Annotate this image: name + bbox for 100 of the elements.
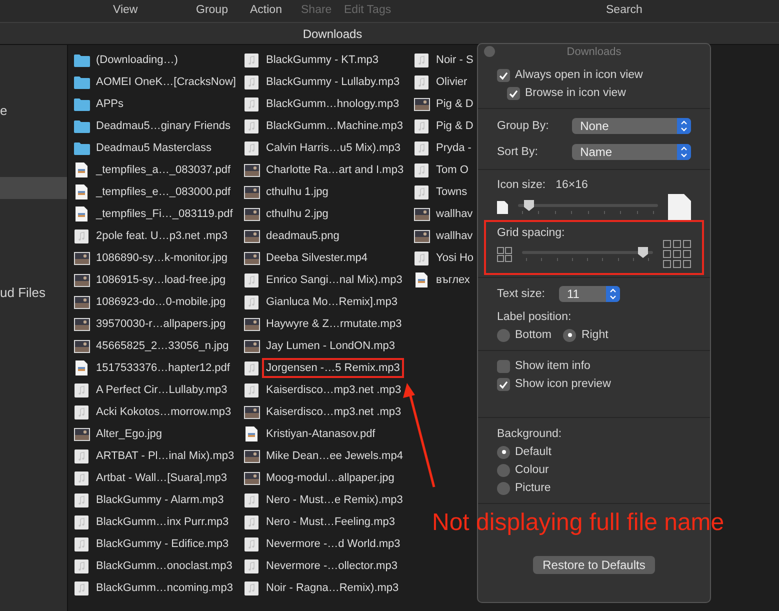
file-name[interactable]: BlackGummy - Alarm.mp3 (92, 490, 228, 510)
file-name[interactable]: AOMEI OneK…[CracksNow] (92, 72, 240, 92)
toolbar-menu[interactable]: View (113, 4, 138, 16)
music-file-icon (74, 580, 89, 596)
file-name[interactable]: Jorgensen -…5 Remix.mp3 (262, 358, 404, 378)
file-name[interactable]: Deeba Silvester.mp4 (262, 248, 372, 268)
file-name[interactable]: BlackGumm…hnology.mp3 (262, 94, 404, 114)
file-name[interactable]: Nevermore -…ollector.mp3 (262, 556, 402, 576)
radio-button[interactable] (497, 464, 510, 476)
file-name[interactable]: Acki Kokotos…morrow.mp3 (92, 402, 236, 422)
file-name[interactable]: wallhav (432, 204, 477, 224)
file-name[interactable]: Pryda - (432, 138, 476, 158)
field-label: Group By: (497, 120, 550, 132)
file-name[interactable]: въглех (432, 270, 474, 290)
radio-button[interactable] (497, 446, 510, 458)
file-name[interactable]: Tom O (432, 160, 472, 180)
restore-defaults-button[interactable]: Restore to Defaults (532, 556, 656, 574)
toolbar-menu[interactable]: Group (196, 4, 228, 16)
file-name[interactable]: (Downloading…) (92, 50, 182, 70)
file-name[interactable]: BlackGumm…Machine.mp3 (262, 116, 407, 136)
music-file-icon (414, 250, 429, 266)
field-label: Sort By: (497, 146, 539, 158)
file-name[interactable]: Haywyre & Z…rmutate.mp3 (262, 314, 406, 334)
sidebar-item[interactable]: ud Files (0, 281, 67, 303)
file-name[interactable]: Nero - Must…e Remix).mp3 (262, 490, 407, 510)
file-name[interactable]: Towns (432, 182, 472, 202)
file-name[interactable]: Yosi Ho (432, 248, 478, 268)
file-name[interactable]: Alter_Ego.jpg (92, 424, 166, 444)
image-thumbnail-icon (244, 450, 260, 462)
file-name[interactable]: Pig & D (432, 116, 478, 136)
file-name[interactable]: BlackGummy - Lullaby.mp3 (262, 72, 404, 92)
file-name[interactable]: Mike Dean…ee Jewels.mp4 (262, 446, 407, 466)
grid-spacing-slider[interactable] (522, 246, 653, 262)
file-name[interactable]: Olivier (432, 72, 472, 92)
file-name[interactable]: ARTBAT - Pl…inal Mix).mp3 (92, 446, 238, 466)
folder-icon (74, 54, 90, 66)
file-name[interactable]: Kristiyan-Atanasov.pdf (262, 424, 380, 444)
file-name[interactable]: Pig & D (432, 94, 478, 114)
icon-size-slider[interactable] (518, 199, 658, 215)
file-name[interactable]: BlackGumm…onoclast.mp3 (92, 556, 236, 576)
slider-thumb[interactable] (637, 246, 650, 259)
search-label[interactable]: Search (606, 4, 642, 16)
file-name[interactable]: BlackGummy - KT.mp3 (262, 50, 382, 70)
file-name[interactable]: Kaiserdisco…mp3.net .mp3 (262, 380, 406, 400)
file-name[interactable]: Gianluca Mo…Remix].mp3 (262, 292, 402, 312)
toolbar-menu[interactable]: Action (250, 4, 282, 16)
image-thumbnail-icon (244, 186, 260, 198)
file-name[interactable]: Kaiserdisco…mp3.net .mp3 (262, 402, 406, 422)
file-name[interactable]: Nevermore -…d World.mp3 (262, 534, 404, 554)
slider-thumb[interactable] (523, 199, 536, 212)
music-file-icon (244, 74, 259, 90)
checkbox[interactable] (497, 68, 510, 82)
radio-button[interactable] (497, 328, 510, 342)
file-name[interactable]: Artbat - Wall…[Suara].mp3 (92, 468, 232, 488)
file-name[interactable]: wallhav (432, 226, 477, 246)
file-name[interactable]: Deadmau5 Masterclass (92, 138, 216, 158)
file-name[interactable]: BlackGumm…ncoming.mp3 (92, 578, 237, 598)
file-name[interactable]: _tempfiles_e…_083000.pdf (92, 182, 235, 202)
file-name[interactable]: deadmau5.png (262, 226, 344, 246)
file-name[interactable]: 1086890-sy…k-monitor.jpg (92, 248, 232, 268)
dropdown[interactable]: None (572, 118, 691, 134)
file-name[interactable]: Calvin Harris…u5 Mix).mp3 (262, 138, 404, 158)
file-name[interactable]: Charlotte Ra…art and I.mp3 (262, 160, 408, 180)
file-name[interactable]: Deadmau5…ginary Friends (92, 116, 235, 136)
file-name[interactable]: BlackGummy - Edifice.mp3 (92, 534, 233, 554)
sidebar-item[interactable]: e (0, 99, 67, 121)
file-name[interactable]: 39570030-r…allpapers.jpg (92, 314, 230, 334)
file-name[interactable]: cthulhu 2.jpg (262, 204, 332, 224)
file-name[interactable]: A Perfect Cir…Lullaby.mp3 (92, 380, 232, 400)
music-file-icon (74, 228, 89, 244)
file-name[interactable]: 2pole feat. U…p3.net .mp3 (92, 226, 232, 246)
file-name[interactable]: Noir - Ragna…Remix).mp3 (262, 578, 403, 598)
radio-button[interactable] (563, 328, 576, 342)
file-name[interactable]: _tempfiles_Fi…_083119.pdf (92, 204, 237, 224)
file-name[interactable]: Noir - S (432, 50, 478, 70)
dropdown[interactable]: Name (572, 144, 691, 160)
folder-icon (74, 98, 90, 110)
panel-title: Downloads (566, 46, 622, 58)
radio-button[interactable] (497, 482, 510, 494)
file-name[interactable]: Moog-modul…allpaper.jpg (262, 468, 398, 488)
dropdown[interactable]: 11 (558, 286, 620, 302)
file-name[interactable]: 1086915-sy…load-free.jpg (92, 270, 230, 290)
file-name[interactable]: BlackGumm…inx Purr.mp3 (92, 512, 233, 532)
radio-label: Default (515, 446, 552, 458)
file-name[interactable]: 45665825_2…33056_n.jpg (92, 336, 233, 356)
image-thumbnail-icon (74, 340, 90, 352)
updown-chevron-icon (677, 118, 691, 134)
file-name[interactable]: Nero - Must…Feeling.mp3 (262, 512, 399, 532)
annotation-text: Not displaying full file name (432, 509, 724, 537)
music-file-icon (74, 514, 89, 530)
file-name[interactable]: Enrico Sangi…nal Mix).mp3 (262, 270, 406, 290)
file-name[interactable]: 1086923-do…0-mobile.jpg (92, 292, 230, 312)
checkbox[interactable] (497, 360, 510, 372)
file-name[interactable]: cthulhu 1.jpg (262, 182, 332, 202)
file-name[interactable]: 1517533376…hapter12.pdf (92, 358, 234, 378)
checkbox[interactable] (497, 378, 510, 390)
file-name[interactable]: _tempfiles_a…_083037.pdf (92, 160, 235, 180)
file-name[interactable]: APPs (92, 94, 128, 114)
checkbox[interactable] (507, 86, 520, 100)
file-name[interactable]: Jay Lumen - LondON.mp3 (262, 336, 400, 356)
